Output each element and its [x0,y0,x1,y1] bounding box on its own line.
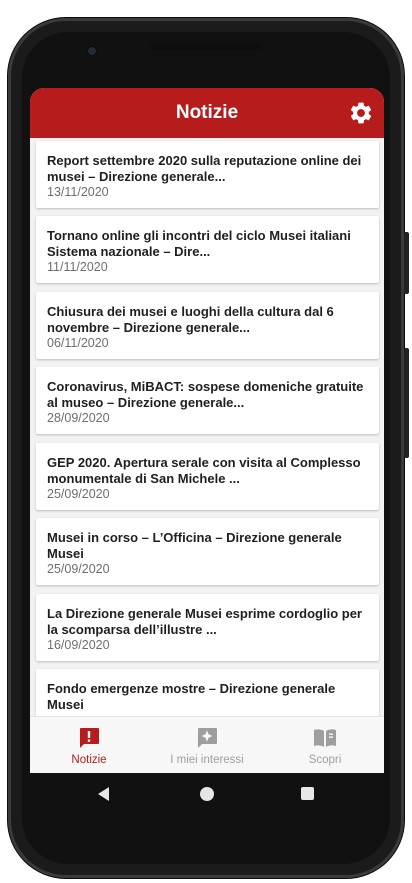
news-card[interactable]: GEP 2020. Apertura serale con visita al … [36,443,379,510]
page-title: Notizie [175,102,239,123]
nav-label: I miei interessi [170,754,244,766]
settings-gear-icon[interactable] [348,100,374,126]
news-date: 25/09/2020 [47,562,110,576]
news-title: Coronavirus, MiBACT: sospese domeniche g… [47,379,364,410]
nav-notizie[interactable]: Notizie [30,717,148,773]
news-date: 11/11/2020 [47,260,108,274]
news-card[interactable]: Chiusura dei musei e luoghi della cultur… [36,292,379,359]
nav-label: Scopri [308,754,342,766]
power-button [404,348,409,458]
bottom-navigation: Notizie I miei interessi Scopri [30,716,384,773]
earpiece-speaker [150,44,260,50]
sparkle-chat-icon [198,728,217,748]
news-card[interactable]: La Direzione generale Musei esprime cord… [36,594,379,661]
news-date: 06/11/2020 [47,336,109,350]
news-title: Musei in corso – L’Officina – Direzione … [47,530,342,561]
system-navigation-bar [30,773,384,818]
volume-button [404,232,409,294]
news-title: Chiusura dei musei e luoghi della cultur… [47,304,334,335]
news-card[interactable]: Report settembre 2020 sulla reputazione … [36,141,379,208]
news-date: 13/11/2020 [47,185,109,199]
home-circle-icon[interactable] [200,787,214,801]
nav-label: Notizie [71,754,107,766]
app-screen: Notizie Report settembre 2020 sulla repu… [30,88,384,773]
news-card[interactable]: Musei in corso – L’Officina – Direzione … [36,518,379,585]
app-bar: Notizie [30,88,384,138]
news-date: 25/09/2020 [47,487,110,501]
nav-i-miei-interessi[interactable]: I miei interessi [148,717,266,773]
news-card[interactable]: Coronavirus, MiBACT: sospese domeniche g… [36,367,379,434]
news-title: La Direzione generale Musei esprime cord… [47,606,362,637]
news-card[interactable]: Fondo emergenze mostre – Direzione gener… [36,669,379,716]
alert-chat-icon [80,728,99,748]
news-title: GEP 2020. Apertura serale con visita al … [47,455,361,486]
news-date: 28/09/2020 [47,411,110,425]
front-camera [86,45,98,57]
news-card[interactable]: Tornano online gli incontri del ciclo Mu… [36,216,379,283]
news-title: Report settembre 2020 sulla reputazione … [47,153,362,184]
back-triangle-icon[interactable] [97,787,111,801]
recents-square-icon[interactable] [301,787,314,800]
news-date: 16/09/2020 [47,638,110,652]
news-title: Tornano online gli incontri del ciclo Mu… [47,228,351,259]
news-list: Report settembre 2020 sulla reputazione … [30,138,384,716]
news-title: Fondo emergenze mostre – Direzione gener… [47,681,336,712]
open-book-icon [314,729,336,747]
nav-scopri[interactable]: Scopri [266,717,384,773]
